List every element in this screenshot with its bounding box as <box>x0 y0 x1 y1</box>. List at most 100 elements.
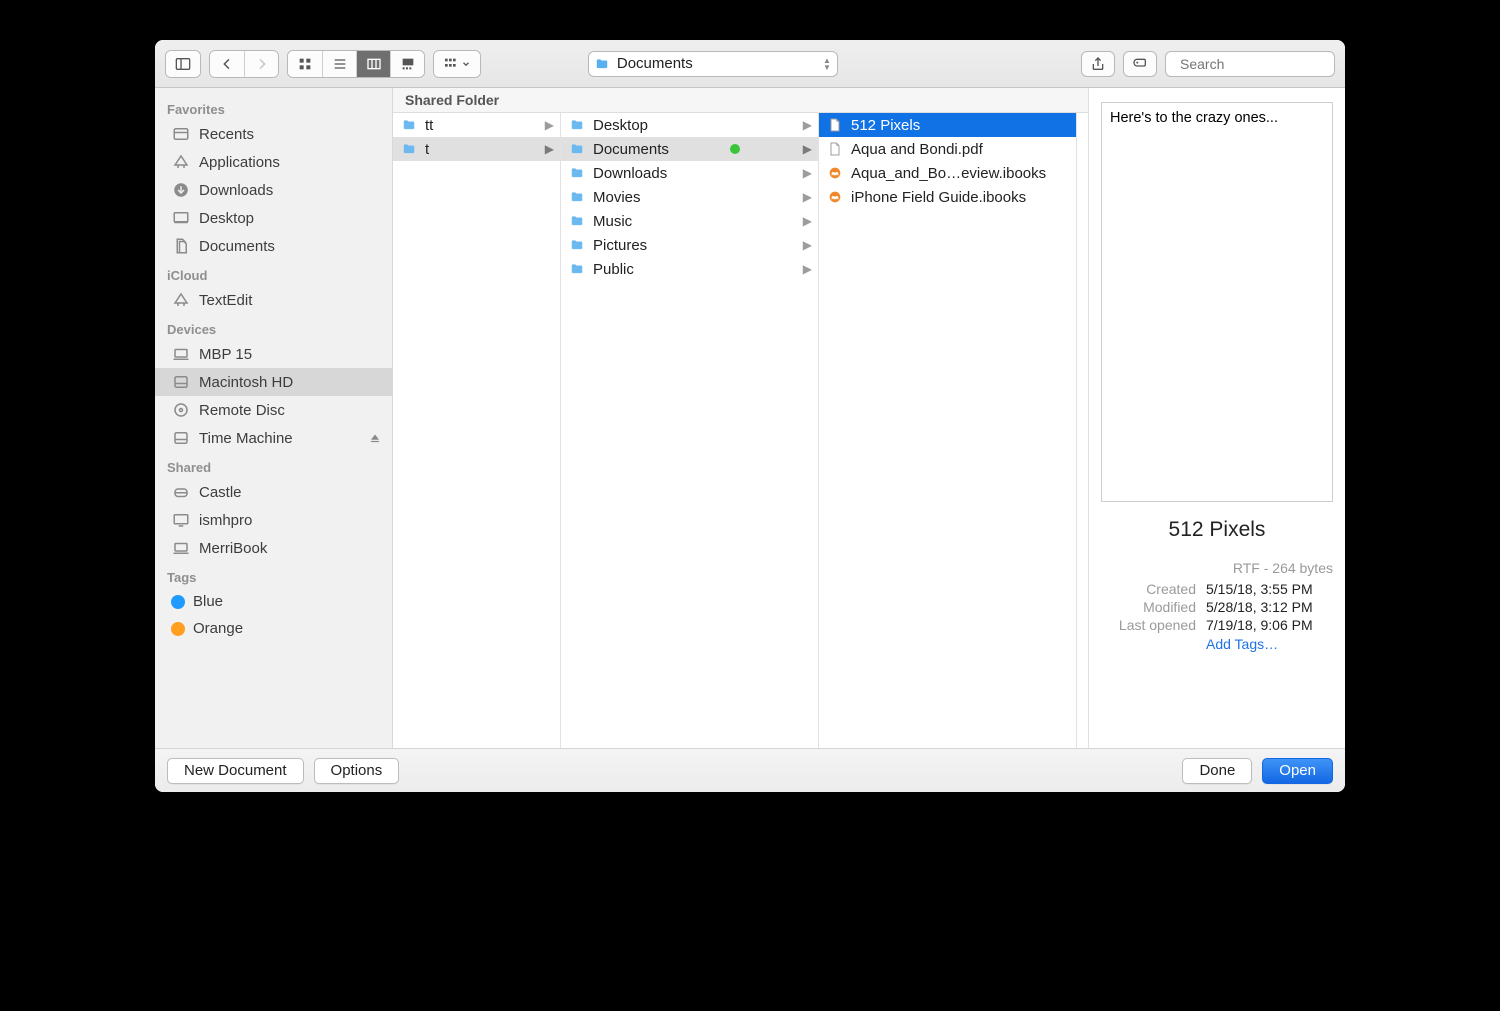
sidebar-icon <box>175 56 191 72</box>
chevron-right-icon: ▶ <box>803 118 812 132</box>
sidebar-item-applications[interactable]: Applications <box>155 148 392 176</box>
toolbar: Documents ▲▼ <box>155 40 1345 88</box>
sidebar-item-castle[interactable]: Castle <box>155 478 392 506</box>
preview-pane: Here's to the crazy ones... 512 Pixels R… <box>1089 88 1345 748</box>
sidebar-item-label: Castle <box>199 484 242 501</box>
sidebar-section-header: Devices <box>155 314 392 340</box>
column-0: tt▶t▶ <box>393 113 561 748</box>
row-desktop[interactable]: Desktop ▶ <box>561 113 818 137</box>
row-movies[interactable]: Movies▶ <box>561 185 818 209</box>
forward-button[interactable] <box>244 51 278 77</box>
new-document-button[interactable]: New Document <box>167 758 304 784</box>
toggle-sidebar-button[interactable] <box>166 51 200 77</box>
gallery-icon <box>400 56 416 72</box>
row-label: Desktop <box>593 117 648 134</box>
row-music[interactable]: Music▶ <box>561 209 818 233</box>
columns-icon <box>366 56 382 72</box>
open-button[interactable]: Open <box>1262 758 1333 784</box>
sidebar-item-blue[interactable]: Blue <box>155 588 392 615</box>
laptop-icon <box>171 345 191 363</box>
dialog-body: FavoritesRecentsApplicationsDownloadsDes… <box>155 88 1345 748</box>
row-label: 512 Pixels <box>851 117 920 134</box>
row-aqua-and-bo-eview-ibooks[interactable]: Aqua_and_Bo…eview.ibooks <box>819 161 1076 185</box>
column-browser: Shared Folder tt▶t▶Desktop▶Documents▶Dow… <box>393 88 1089 748</box>
row-label: Documents <box>593 141 669 158</box>
chevron-right-icon: ▶ <box>803 262 812 276</box>
row-aqua-and-bondi-pdf[interactable]: Aqua and Bondi.pdf <box>819 137 1076 161</box>
share-button[interactable] <box>1081 51 1115 77</box>
row-tt[interactable]: tt▶ <box>393 113 560 137</box>
documents-icon <box>171 237 191 255</box>
row-public[interactable]: Public▶ <box>561 257 818 281</box>
tags-button[interactable] <box>1123 51 1157 77</box>
sidebar-item-label: Applications <box>199 154 280 171</box>
path-popup[interactable]: Documents ▲▼ <box>588 51 838 77</box>
row-pictures[interactable]: Pictures▶ <box>561 233 818 257</box>
row-iphone-field-guide-ibooks[interactable]: iPhone Field Guide.ibooks <box>819 185 1076 209</box>
path-label: Documents <box>617 55 693 72</box>
sidebar-item-label: Time Machine <box>199 430 293 447</box>
sidebar-item-downloads[interactable]: Downloads <box>155 176 392 204</box>
preview-meta: RTF - 264 bytes Created5/15/18, 3:55 PMM… <box>1101 560 1333 652</box>
view-list-button[interactable] <box>322 51 356 77</box>
search-input[interactable] <box>1180 56 1345 72</box>
sidebar-item-documents[interactable]: Documents <box>155 232 392 260</box>
apps-icon <box>171 291 191 309</box>
sidebar-item-desktop[interactable]: Desktop <box>155 204 392 232</box>
meta-key: Modified <box>1101 599 1196 615</box>
meta-row: Last opened7/19/18, 9:06 PM <box>1101 616 1333 634</box>
sidebar-item-recents[interactable]: Recents <box>155 120 392 148</box>
row-label: Aqua and Bondi.pdf <box>851 141 983 158</box>
chevron-right-icon: ▶ <box>803 166 812 180</box>
optical-icon <box>171 401 191 419</box>
downloads-icon <box>171 181 191 199</box>
row-t[interactable]: t▶ <box>393 137 560 161</box>
group-by-button[interactable] <box>434 51 480 77</box>
chevron-right-icon: ▶ <box>803 190 812 204</box>
share-icon <box>1090 56 1106 72</box>
sidebar-item-mbp-15[interactable]: MBP 15 <box>155 340 392 368</box>
preview-title: 512 Pixels <box>1101 518 1333 542</box>
ibook-icon <box>825 189 845 205</box>
options-button[interactable]: Options <box>314 758 400 784</box>
column-1: Desktop▶Documents▶Downloads▶Movies▶Music… <box>561 113 819 748</box>
grid-icon <box>297 56 313 72</box>
doc-icon <box>825 117 845 133</box>
sidebar-item-label: Orange <box>193 620 243 637</box>
done-button[interactable]: Done <box>1182 758 1252 784</box>
add-tags-link[interactable]: Add Tags… <box>1101 636 1333 652</box>
path-header: Shared Folder <box>393 88 1088 113</box>
sidebar-item-remote-disc[interactable]: Remote Disc <box>155 396 392 424</box>
sidebar-item-label: Macintosh HD <box>199 374 293 391</box>
sidebar: FavoritesRecentsApplicationsDownloadsDes… <box>155 88 393 748</box>
display-icon <box>171 511 191 529</box>
search-field[interactable] <box>1165 51 1335 77</box>
sidebar-item-label: Blue <box>193 593 223 610</box>
folder-icon <box>399 117 419 133</box>
disk-icon <box>171 429 191 447</box>
folder-icon <box>567 237 587 253</box>
folder-icon <box>567 141 587 157</box>
sidebar-item-textedit[interactable]: TextEdit <box>155 286 392 314</box>
row-documents[interactable]: Documents▶ <box>561 137 818 161</box>
stepper-icon: ▲▼ <box>823 57 831 71</box>
eject-icon[interactable] <box>368 431 382 445</box>
sidebar-item-macintosh-hd[interactable]: Macintosh HD <box>155 368 392 396</box>
view-gallery-button[interactable] <box>390 51 424 77</box>
sidebar-item-ismhpro[interactable]: ismhpro <box>155 506 392 534</box>
back-button[interactable] <box>210 51 244 77</box>
row-downloads[interactable]: Downloads ▶ <box>561 161 818 185</box>
row-label: Downloads <box>593 165 667 182</box>
view-columns-button[interactable] <box>356 51 390 77</box>
view-mode-group <box>287 50 425 78</box>
meta-value: 5/28/18, 3:12 PM <box>1206 599 1333 615</box>
row-512-pixels[interactable]: 512 Pixels <box>819 113 1076 137</box>
disk-icon <box>171 373 191 391</box>
view-icons-button[interactable] <box>288 51 322 77</box>
sidebar-item-time-machine[interactable]: Time Machine <box>155 424 392 452</box>
sidebar-item-merribook[interactable]: MerriBook <box>155 534 392 562</box>
row-label: t <box>425 141 429 158</box>
sidebar-item-orange[interactable]: Orange <box>155 615 392 642</box>
open-dialog: Documents ▲▼ FavoritesRecentsApplication… <box>155 40 1345 792</box>
meta-row: Created5/15/18, 3:55 PM <box>1101 580 1333 598</box>
